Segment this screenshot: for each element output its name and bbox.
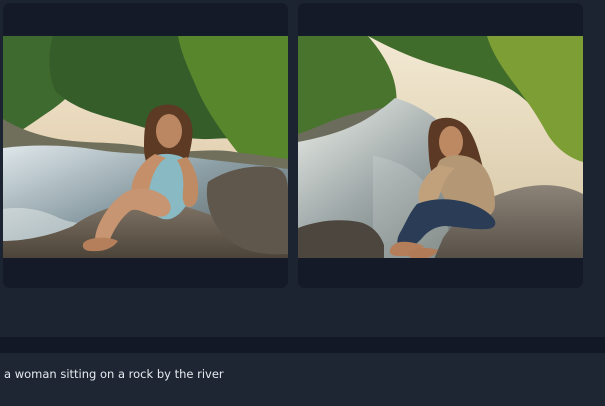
card-footer: [3, 258, 288, 288]
section-divider: [0, 337, 605, 353]
card-header: [298, 3, 583, 35]
card-header: [3, 3, 288, 35]
generated-image-card-1[interactable]: [3, 3, 288, 288]
generated-image-2-svg: [298, 36, 583, 259]
generated-image-2[interactable]: [298, 36, 583, 259]
generated-image-card-2[interactable]: [298, 3, 583, 288]
prompt-panel: a woman sitting on a rock by the river: [0, 353, 605, 406]
generated-image-1-svg: [3, 36, 288, 259]
prompt-text: a woman sitting on a rock by the river: [4, 367, 224, 381]
generated-image-1[interactable]: [3, 36, 288, 259]
card-footer: [298, 258, 583, 288]
